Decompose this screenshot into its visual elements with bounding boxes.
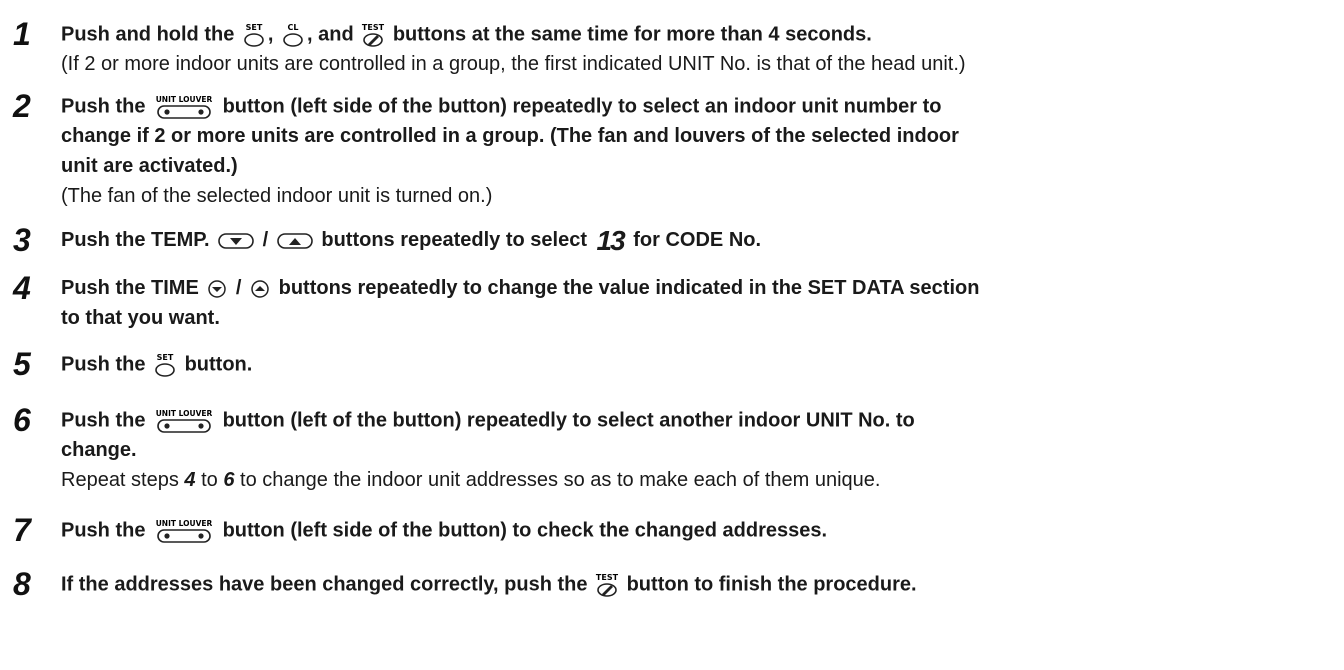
step-number: 5 <box>13 346 31 382</box>
instruction-text: Push the <box>61 353 146 376</box>
instruction-text: Push the <box>61 95 146 118</box>
instruction-text: / <box>235 277 242 299</box>
unit-louver-label: UNIT LOUVER <box>156 519 213 528</box>
time-up-button-icon <box>249 279 271 299</box>
instruction-text: Push the TIME <box>61 277 199 299</box>
step-number: 7 <box>13 512 31 548</box>
set-label: SET <box>246 23 263 32</box>
step-number: 8 <box>13 566 31 602</box>
time-down-button-icon <box>206 279 228 299</box>
temp-up-button-icon <box>276 231 314 251</box>
step-instruction: Push the TEMP. / buttons repeatedly to s… <box>61 225 762 256</box>
unit-louver-label: UNIT LOUVER <box>156 95 213 104</box>
instruction-text: button. <box>184 353 253 376</box>
step-number: 1 <box>13 16 31 52</box>
step-number: 4 <box>13 270 31 306</box>
instruction-text: Push the <box>61 519 146 542</box>
instruction-text: , <box>267 23 274 46</box>
repeat-text: Repeat steps <box>61 469 179 491</box>
unit-louver-label: UNIT LOUVER <box>156 409 213 418</box>
code-13-display-icon: 13 <box>596 225 626 256</box>
test-button-icon: TEST <box>361 22 385 48</box>
step-repeat-note: Repeat steps 4 to 6 to change the indoor… <box>61 468 880 492</box>
unit-louver-button-icon: UNIT LOUVER <box>153 94 215 120</box>
instruction-text: button (left side of the button) repeate… <box>222 95 942 118</box>
step-instruction: Push the SET button. <box>61 352 252 378</box>
step-instruction-line3: unit are activated.) <box>61 155 238 177</box>
repeat-text: to change the indoor unit addresses so a… <box>240 469 881 491</box>
test-label: TEST <box>596 573 619 582</box>
instruction-text: buttons repeatedly to change the value i… <box>278 277 980 299</box>
instruction-text: , and <box>307 23 354 46</box>
instruction-text: If the addresses have been changed corre… <box>61 573 588 596</box>
instruction-text: button to finish the procedure. <box>626 573 917 596</box>
step-instruction-line2: change. <box>61 439 137 461</box>
temp-down-button-icon <box>217 231 255 251</box>
step-instruction: Push the UNIT LOUVER button (left side o… <box>61 94 941 120</box>
step-note: (If 2 or more indoor units are controlle… <box>61 53 966 75</box>
repeat-step-from: 4 <box>184 469 196 491</box>
repeat-text: to <box>201 469 218 491</box>
instruction-text: / <box>262 229 269 251</box>
step-note: (The fan of the selected indoor unit is … <box>61 185 493 207</box>
test-label: TEST <box>362 23 385 32</box>
step-number: 6 <box>13 402 31 438</box>
repeat-step-to: 6 <box>223 469 235 491</box>
step-number: 2 <box>13 88 31 124</box>
instruction-text: button (left side of the button) to chec… <box>222 519 828 542</box>
cl-button-icon: CL <box>281 22 305 48</box>
instruction-text: Push the <box>61 409 146 432</box>
set-label: SET <box>157 353 174 362</box>
instruction-text: button (left of the button) repeatedly t… <box>222 409 915 432</box>
instruction-text: Push the TEMP. <box>61 229 210 251</box>
step-instruction: Push and hold the SET , CL , and TEST bu… <box>61 22 872 48</box>
step-instruction: Push the UNIT LOUVER button (left of the… <box>61 408 915 434</box>
unit-louver-button-icon: UNIT LOUVER <box>153 408 215 434</box>
set-button-icon: SET <box>242 22 266 48</box>
instruction-text: buttons at the same time for more than 4… <box>392 23 872 46</box>
step-instruction-line2: change if 2 or more units are controlled… <box>61 125 959 147</box>
instruction-text: Push and hold the <box>61 23 235 46</box>
unit-louver-button-icon: UNIT LOUVER <box>153 518 215 544</box>
step-instruction-line2: to that you want. <box>61 307 220 329</box>
cl-label: CL <box>288 23 299 32</box>
test-button-icon: TEST <box>595 572 619 598</box>
set-button-icon: SET <box>153 352 177 378</box>
step-instruction: Push the TIME / buttons repeatedly to ch… <box>61 276 979 300</box>
step-instruction: If the addresses have been changed corre… <box>61 572 917 598</box>
step-number: 3 <box>13 222 31 258</box>
step-instruction: Push the UNIT LOUVER button (left side o… <box>61 518 827 544</box>
instruction-text: for CODE No. <box>633 229 762 251</box>
instruction-text: buttons repeatedly to select <box>321 229 587 251</box>
